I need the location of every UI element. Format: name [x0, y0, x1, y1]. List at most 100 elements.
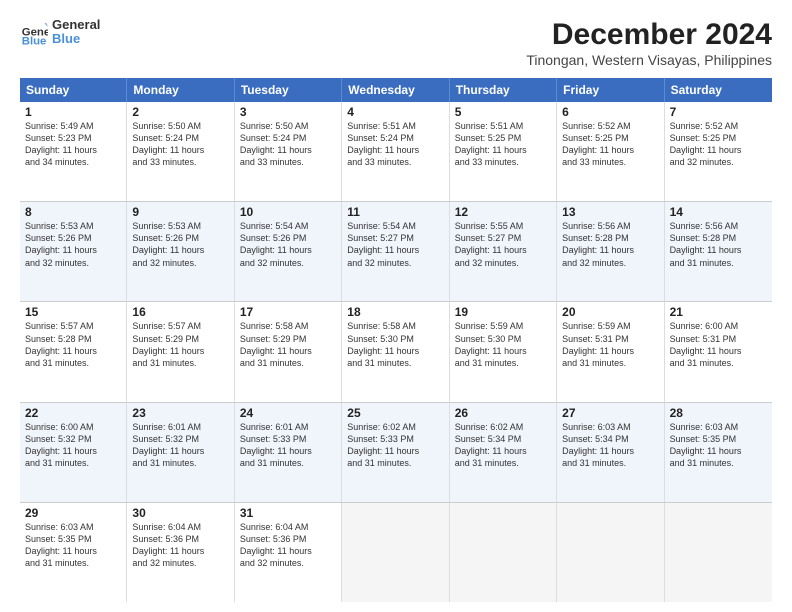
calendar-cell: 31Sunrise: 6:04 AM Sunset: 5:36 PM Dayli… — [235, 503, 342, 602]
day-info: Sunrise: 5:55 AM Sunset: 5:27 PM Dayligh… — [455, 220, 551, 269]
logo: General Blue General Blue — [20, 18, 100, 47]
calendar-header-cell: Saturday — [665, 78, 772, 102]
calendar-week: 22Sunrise: 6:00 AM Sunset: 5:32 PM Dayli… — [20, 403, 772, 503]
day-number: 6 — [562, 105, 658, 119]
day-number: 8 — [25, 205, 121, 219]
day-number: 14 — [670, 205, 767, 219]
page-title: December 2024 — [526, 18, 772, 52]
calendar: SundayMondayTuesdayWednesdayThursdayFrid… — [20, 78, 772, 602]
day-number: 3 — [240, 105, 336, 119]
day-number: 28 — [670, 406, 767, 420]
day-info: Sunrise: 6:00 AM Sunset: 5:32 PM Dayligh… — [25, 421, 121, 470]
day-number: 22 — [25, 406, 121, 420]
day-number: 26 — [455, 406, 551, 420]
day-info: Sunrise: 5:58 AM Sunset: 5:30 PM Dayligh… — [347, 320, 443, 369]
calendar-cell: 1Sunrise: 5:49 AM Sunset: 5:23 PM Daylig… — [20, 102, 127, 201]
calendar-cell: 9Sunrise: 5:53 AM Sunset: 5:26 PM Daylig… — [127, 202, 234, 301]
day-info: Sunrise: 6:04 AM Sunset: 5:36 PM Dayligh… — [132, 521, 228, 570]
day-number: 25 — [347, 406, 443, 420]
day-number: 18 — [347, 305, 443, 319]
day-number: 5 — [455, 105, 551, 119]
day-number: 27 — [562, 406, 658, 420]
calendar-cell: 6Sunrise: 5:52 AM Sunset: 5:25 PM Daylig… — [557, 102, 664, 201]
day-info: Sunrise: 5:59 AM Sunset: 5:30 PM Dayligh… — [455, 320, 551, 369]
day-number: 11 — [347, 205, 443, 219]
day-number: 20 — [562, 305, 658, 319]
day-number: 29 — [25, 506, 121, 520]
day-number: 23 — [132, 406, 228, 420]
calendar-cell: 3Sunrise: 5:50 AM Sunset: 5:24 PM Daylig… — [235, 102, 342, 201]
day-number: 21 — [670, 305, 767, 319]
day-info: Sunrise: 5:56 AM Sunset: 5:28 PM Dayligh… — [670, 220, 767, 269]
day-info: Sunrise: 6:04 AM Sunset: 5:36 PM Dayligh… — [240, 521, 336, 570]
day-info: Sunrise: 5:51 AM Sunset: 5:25 PM Dayligh… — [455, 120, 551, 169]
day-number: 4 — [347, 105, 443, 119]
logo-text: General Blue — [52, 18, 100, 47]
calendar-cell — [557, 503, 664, 602]
day-info: Sunrise: 5:51 AM Sunset: 5:24 PM Dayligh… — [347, 120, 443, 169]
title-block: December 2024 Tinongan, Western Visayas,… — [526, 18, 772, 68]
day-info: Sunrise: 5:56 AM Sunset: 5:28 PM Dayligh… — [562, 220, 658, 269]
calendar-cell: 27Sunrise: 6:03 AM Sunset: 5:34 PM Dayli… — [557, 403, 664, 502]
day-number: 31 — [240, 506, 336, 520]
page: General Blue General Blue December 2024 … — [0, 0, 792, 612]
calendar-cell: 28Sunrise: 6:03 AM Sunset: 5:35 PM Dayli… — [665, 403, 772, 502]
day-number: 16 — [132, 305, 228, 319]
calendar-cell: 14Sunrise: 5:56 AM Sunset: 5:28 PM Dayli… — [665, 202, 772, 301]
calendar-cell: 16Sunrise: 5:57 AM Sunset: 5:29 PM Dayli… — [127, 302, 234, 401]
calendar-cell: 22Sunrise: 6:00 AM Sunset: 5:32 PM Dayli… — [20, 403, 127, 502]
day-number: 13 — [562, 205, 658, 219]
calendar-cell: 29Sunrise: 6:03 AM Sunset: 5:35 PM Dayli… — [20, 503, 127, 602]
calendar-week: 1Sunrise: 5:49 AM Sunset: 5:23 PM Daylig… — [20, 102, 772, 202]
calendar-cell: 7Sunrise: 5:52 AM Sunset: 5:25 PM Daylig… — [665, 102, 772, 201]
calendar-week: 29Sunrise: 6:03 AM Sunset: 5:35 PM Dayli… — [20, 503, 772, 602]
day-info: Sunrise: 6:03 AM Sunset: 5:34 PM Dayligh… — [562, 421, 658, 470]
calendar-cell — [342, 503, 449, 602]
calendar-cell: 19Sunrise: 5:59 AM Sunset: 5:30 PM Dayli… — [450, 302, 557, 401]
calendar-cell: 5Sunrise: 5:51 AM Sunset: 5:25 PM Daylig… — [450, 102, 557, 201]
calendar-cell: 17Sunrise: 5:58 AM Sunset: 5:29 PM Dayli… — [235, 302, 342, 401]
day-number: 10 — [240, 205, 336, 219]
calendar-header-cell: Sunday — [20, 78, 127, 102]
calendar-cell: 4Sunrise: 5:51 AM Sunset: 5:24 PM Daylig… — [342, 102, 449, 201]
calendar-cell: 26Sunrise: 6:02 AM Sunset: 5:34 PM Dayli… — [450, 403, 557, 502]
day-number: 7 — [670, 105, 767, 119]
calendar-cell: 25Sunrise: 6:02 AM Sunset: 5:33 PM Dayli… — [342, 403, 449, 502]
day-number: 9 — [132, 205, 228, 219]
day-info: Sunrise: 6:01 AM Sunset: 5:32 PM Dayligh… — [132, 421, 228, 470]
day-number: 1 — [25, 105, 121, 119]
day-number: 19 — [455, 305, 551, 319]
day-info: Sunrise: 5:54 AM Sunset: 5:27 PM Dayligh… — [347, 220, 443, 269]
day-info: Sunrise: 5:52 AM Sunset: 5:25 PM Dayligh… — [562, 120, 658, 169]
calendar-cell — [450, 503, 557, 602]
calendar-cell — [665, 503, 772, 602]
day-info: Sunrise: 6:02 AM Sunset: 5:33 PM Dayligh… — [347, 421, 443, 470]
calendar-cell: 2Sunrise: 5:50 AM Sunset: 5:24 PM Daylig… — [127, 102, 234, 201]
logo-line1: General — [52, 18, 100, 32]
calendar-header-cell: Wednesday — [342, 78, 449, 102]
day-info: Sunrise: 5:59 AM Sunset: 5:31 PM Dayligh… — [562, 320, 658, 369]
calendar-cell: 30Sunrise: 6:04 AM Sunset: 5:36 PM Dayli… — [127, 503, 234, 602]
page-subtitle: Tinongan, Western Visayas, Philippines — [526, 52, 772, 68]
calendar-cell: 8Sunrise: 5:53 AM Sunset: 5:26 PM Daylig… — [20, 202, 127, 301]
logo-icon: General Blue — [20, 18, 48, 46]
logo-line2: Blue — [52, 32, 100, 46]
calendar-cell: 23Sunrise: 6:01 AM Sunset: 5:32 PM Dayli… — [127, 403, 234, 502]
calendar-cell: 15Sunrise: 5:57 AM Sunset: 5:28 PM Dayli… — [20, 302, 127, 401]
calendar-body: 1Sunrise: 5:49 AM Sunset: 5:23 PM Daylig… — [20, 102, 772, 602]
day-info: Sunrise: 5:58 AM Sunset: 5:29 PM Dayligh… — [240, 320, 336, 369]
svg-text:Blue: Blue — [22, 36, 47, 47]
day-number: 17 — [240, 305, 336, 319]
calendar-cell: 12Sunrise: 5:55 AM Sunset: 5:27 PM Dayli… — [450, 202, 557, 301]
day-info: Sunrise: 6:03 AM Sunset: 5:35 PM Dayligh… — [670, 421, 767, 470]
calendar-header: SundayMondayTuesdayWednesdayThursdayFrid… — [20, 78, 772, 102]
calendar-cell: 10Sunrise: 5:54 AM Sunset: 5:26 PM Dayli… — [235, 202, 342, 301]
day-info: Sunrise: 6:03 AM Sunset: 5:35 PM Dayligh… — [25, 521, 121, 570]
calendar-week: 8Sunrise: 5:53 AM Sunset: 5:26 PM Daylig… — [20, 202, 772, 302]
calendar-cell: 24Sunrise: 6:01 AM Sunset: 5:33 PM Dayli… — [235, 403, 342, 502]
day-number: 15 — [25, 305, 121, 319]
calendar-header-cell: Monday — [127, 78, 234, 102]
calendar-header-cell: Tuesday — [235, 78, 342, 102]
calendar-header-cell: Thursday — [450, 78, 557, 102]
calendar-cell: 11Sunrise: 5:54 AM Sunset: 5:27 PM Dayli… — [342, 202, 449, 301]
